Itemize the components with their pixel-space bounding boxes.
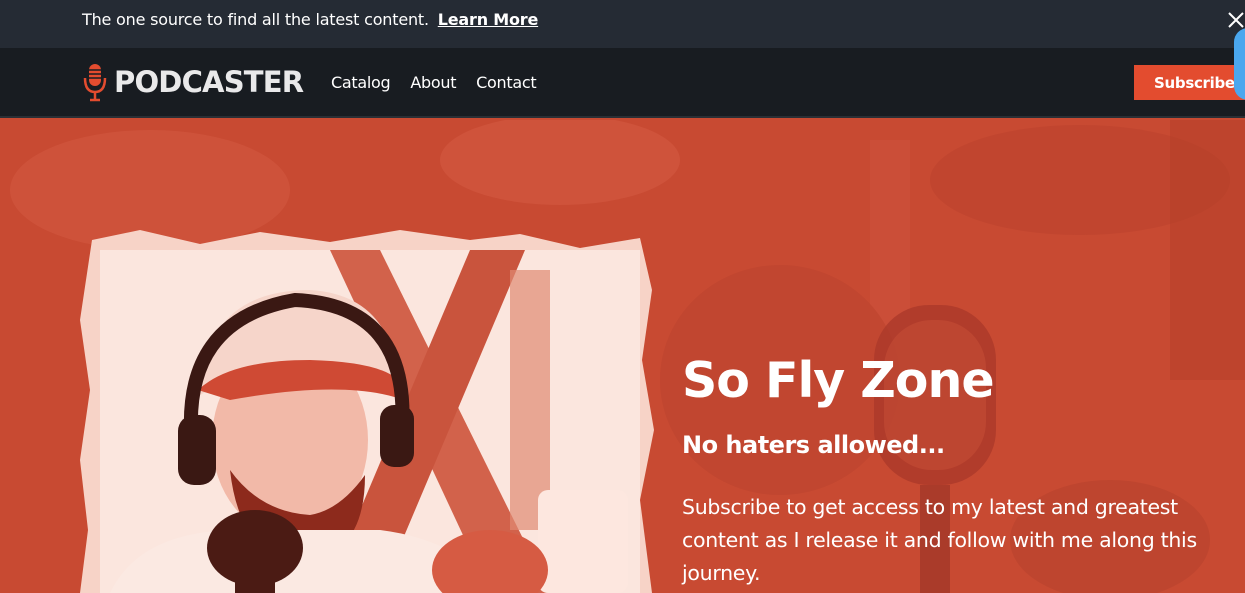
subscribe-button[interactable]: Subscribe bbox=[1134, 65, 1245, 100]
side-widget-tab[interactable] bbox=[1234, 28, 1245, 100]
hero-section: So Fly Zone No haters allowed... Subscri… bbox=[0, 120, 1245, 593]
announcement-text: The one source to find all the latest co… bbox=[82, 10, 429, 29]
primary-nav: Catalog About Contact bbox=[331, 72, 537, 94]
main-navbar: PODCASTER Catalog About Contact Subscrib… bbox=[0, 48, 1245, 118]
announcement-text-wrap: The one source to find all the latest co… bbox=[82, 10, 538, 30]
hero-subtitle: No haters allowed... bbox=[682, 431, 945, 459]
hero-title: So Fly Zone bbox=[682, 352, 995, 409]
site-logo[interactable]: PODCASTER bbox=[82, 62, 304, 102]
microphone-icon bbox=[83, 64, 107, 102]
nav-link-about[interactable]: About bbox=[410, 72, 456, 94]
learn-more-link[interactable]: Learn More bbox=[438, 10, 539, 29]
nav-link-catalog[interactable]: Catalog bbox=[331, 72, 391, 94]
hero-description: Subscribe to get access to my latest and… bbox=[682, 495, 1197, 585]
close-announcement-button[interactable] bbox=[1226, 10, 1245, 29]
close-icon bbox=[1228, 12, 1244, 28]
nav-link-contact[interactable]: Contact bbox=[476, 72, 536, 94]
host-photo bbox=[80, 230, 654, 593]
logo-text: PODCASTER bbox=[114, 65, 304, 99]
announcement-bar: The one source to find all the latest co… bbox=[0, 0, 1245, 48]
